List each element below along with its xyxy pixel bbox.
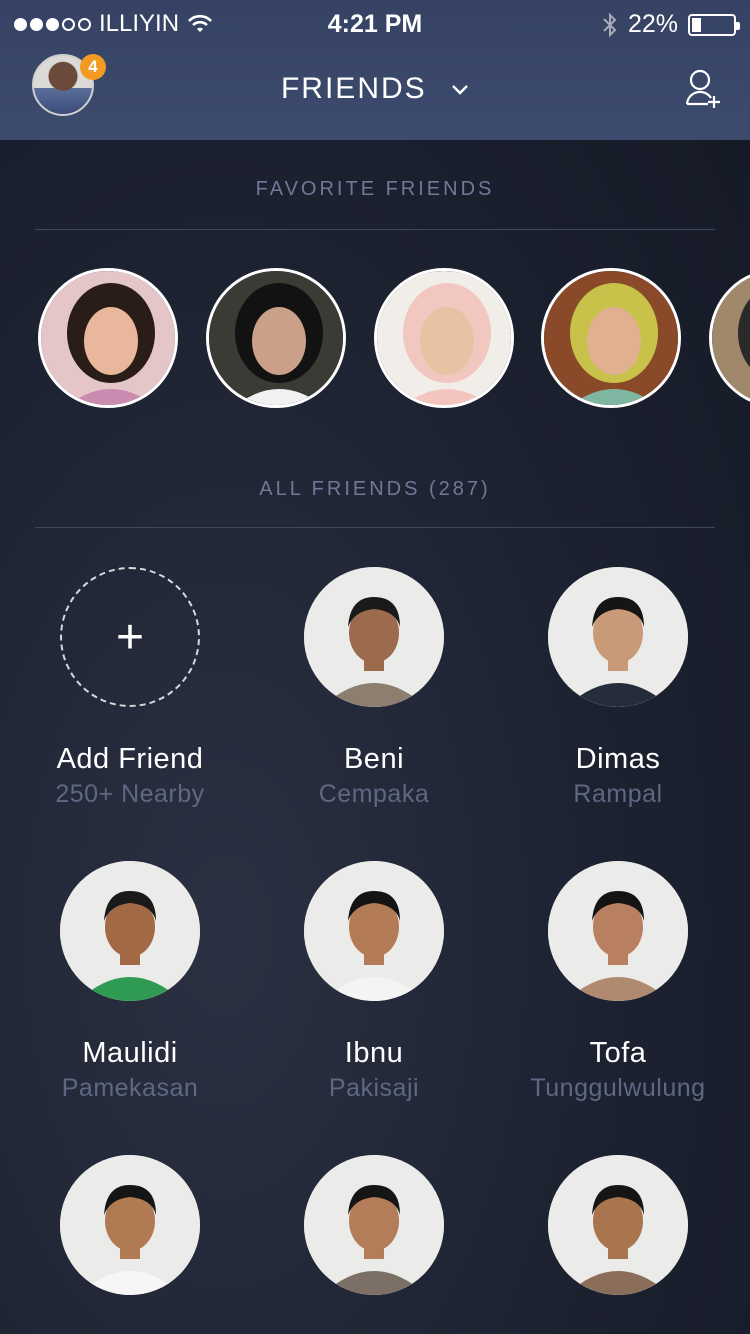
avatar-photo xyxy=(548,567,688,707)
nearby-count: 250+ Nearby xyxy=(55,780,205,808)
add-friend-button[interactable]: + xyxy=(60,567,200,707)
friend-location: Pamekasan xyxy=(61,1074,199,1102)
divider xyxy=(35,229,715,230)
status-bar: ILLIYIN 4:21 PM 22% xyxy=(0,0,750,50)
avatar-photo xyxy=(60,861,200,1001)
friend-cell[interactable]: Ibnu Pakisaji xyxy=(252,861,496,1103)
avatar-photo xyxy=(548,861,688,1001)
page-title-label: FRIENDS xyxy=(280,72,427,105)
friend-cell[interactable] xyxy=(496,1155,740,1295)
friend-location: Rampal xyxy=(573,780,663,808)
avatar-photo xyxy=(544,271,678,405)
battery-percent: 22% xyxy=(627,10,678,38)
all-friends-heading: ALL FRIENDS (287) xyxy=(259,478,491,500)
friend-location: Pakisaji xyxy=(328,1074,420,1102)
friend-cell[interactable] xyxy=(8,1155,252,1295)
battery-icon xyxy=(688,13,740,36)
divider xyxy=(35,527,715,528)
friend-name: Beni xyxy=(343,743,405,775)
avatar-photo xyxy=(209,271,343,405)
plus-icon: + xyxy=(115,610,145,664)
friend-avatar[interactable] xyxy=(304,861,444,1001)
add-friend-cell[interactable]: + Add Friend 250+ Nearby xyxy=(8,567,252,809)
page-title[interactable]: FRIENDS xyxy=(0,72,750,106)
friend-location: Tunggulwulung xyxy=(530,1074,706,1102)
avatar-photo xyxy=(304,567,444,707)
add-user-icon[interactable] xyxy=(684,68,724,110)
favorite-friend-avatar[interactable] xyxy=(541,268,681,408)
friend-avatar[interactable] xyxy=(548,567,688,707)
avatar-photo xyxy=(60,1155,200,1295)
favorite-friend-avatar[interactable] xyxy=(206,268,346,408)
friend-avatar[interactable] xyxy=(304,1155,444,1295)
avatar-photo xyxy=(304,861,444,1001)
avatar-photo xyxy=(304,1155,444,1295)
favorite-friend-avatar[interactable] xyxy=(709,268,750,408)
favorite-friend-avatar[interactable] xyxy=(38,268,178,408)
bluetooth-icon xyxy=(603,12,617,37)
friend-name: Tofa xyxy=(589,1037,647,1069)
friend-avatar[interactable] xyxy=(548,1155,688,1295)
avatar-photo xyxy=(377,271,511,405)
friend-name: Maulidi xyxy=(82,1037,178,1069)
status-right: 22% xyxy=(602,10,740,39)
friend-cell[interactable]: Dimas Rampal xyxy=(496,567,740,809)
friend-name: Dimas xyxy=(575,743,661,775)
add-friend-label: Add Friend xyxy=(56,743,204,775)
friend-cell[interactable] xyxy=(252,1155,496,1295)
friend-name: Ibnu xyxy=(344,1037,404,1069)
friend-avatar[interactable] xyxy=(60,861,200,1001)
friend-cell[interactable]: Tofa Tunggulwulung xyxy=(496,861,740,1103)
friend-avatar[interactable] xyxy=(548,861,688,1001)
chevron-down-icon xyxy=(452,85,468,95)
avatar-photo xyxy=(548,1155,688,1295)
favorites-heading: FAVORITE FRIENDS xyxy=(255,178,495,200)
friend-avatar[interactable] xyxy=(304,567,444,707)
friend-avatar[interactable] xyxy=(60,1155,200,1295)
avatar-photo xyxy=(41,271,175,405)
friend-cell[interactable]: Maulidi Pamekasan xyxy=(8,861,252,1103)
favorite-friend-avatar[interactable] xyxy=(374,268,514,408)
avatar-photo xyxy=(712,271,750,405)
friend-location: Cempaka xyxy=(318,780,430,808)
friend-cell[interactable]: Beni Cempaka xyxy=(252,567,496,809)
